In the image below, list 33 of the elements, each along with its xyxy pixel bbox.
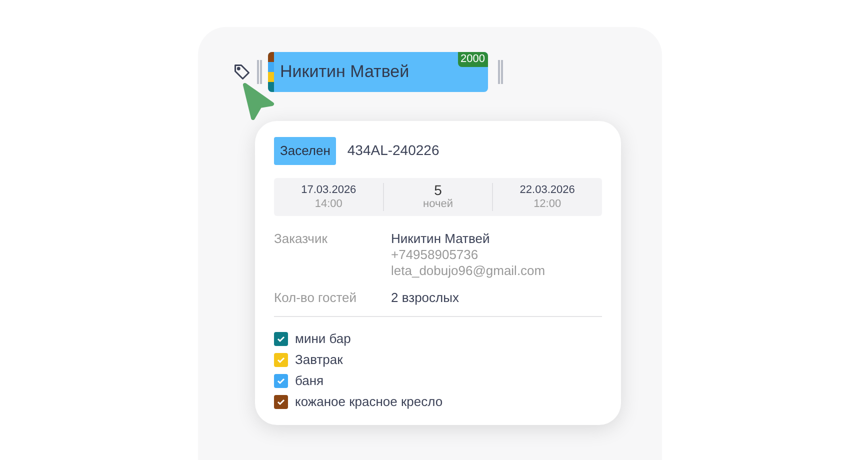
pointer-arrow-icon	[240, 82, 276, 120]
service-checkbox[interactable]	[274, 332, 288, 346]
resize-handle[interactable]	[498, 60, 503, 84]
nights-label: ночей	[423, 196, 453, 210]
service-checkbox[interactable]	[274, 374, 288, 388]
check-icon	[276, 396, 286, 406]
service-label: баня	[295, 372, 324, 388]
field-label: Кол-во гостей	[274, 290, 358, 306]
status-badge: Заселен	[274, 137, 336, 164]
check-icon	[276, 354, 286, 364]
service-checkbox[interactable]	[274, 352, 288, 366]
customer-phone: +74958905736	[391, 246, 480, 262]
check-icon	[276, 376, 286, 386]
booking-code: 434AL-240226	[347, 141, 440, 160]
booking-bar[interactable]: Никитин Матвей 2000	[268, 52, 488, 92]
check-icon	[276, 334, 286, 344]
time: 14:00	[314, 196, 342, 210]
date: 22.03.2026	[520, 182, 575, 196]
service-label: Завтрак	[295, 352, 343, 368]
field-label: Заказчик	[274, 230, 328, 248]
service-checkbox[interactable]	[274, 394, 288, 408]
tag-icon[interactable]	[233, 63, 251, 81]
service-label: кожаное красное кресло	[295, 394, 443, 410]
time: 12:00	[534, 196, 562, 210]
nights-count: 5	[434, 182, 442, 196]
resize-handle[interactable]	[257, 60, 262, 84]
price-badge: 2000	[458, 52, 488, 67]
guest-name: Никитин Матвей	[280, 61, 410, 84]
guests-count: 2 взрослых	[391, 290, 459, 306]
date: 17.03.2026	[301, 182, 356, 196]
customer-email: leta_dobujo96@gmail.com	[391, 262, 546, 278]
customer-name: Никитин Матвей	[391, 230, 491, 246]
service-label: мини бар	[295, 330, 351, 346]
